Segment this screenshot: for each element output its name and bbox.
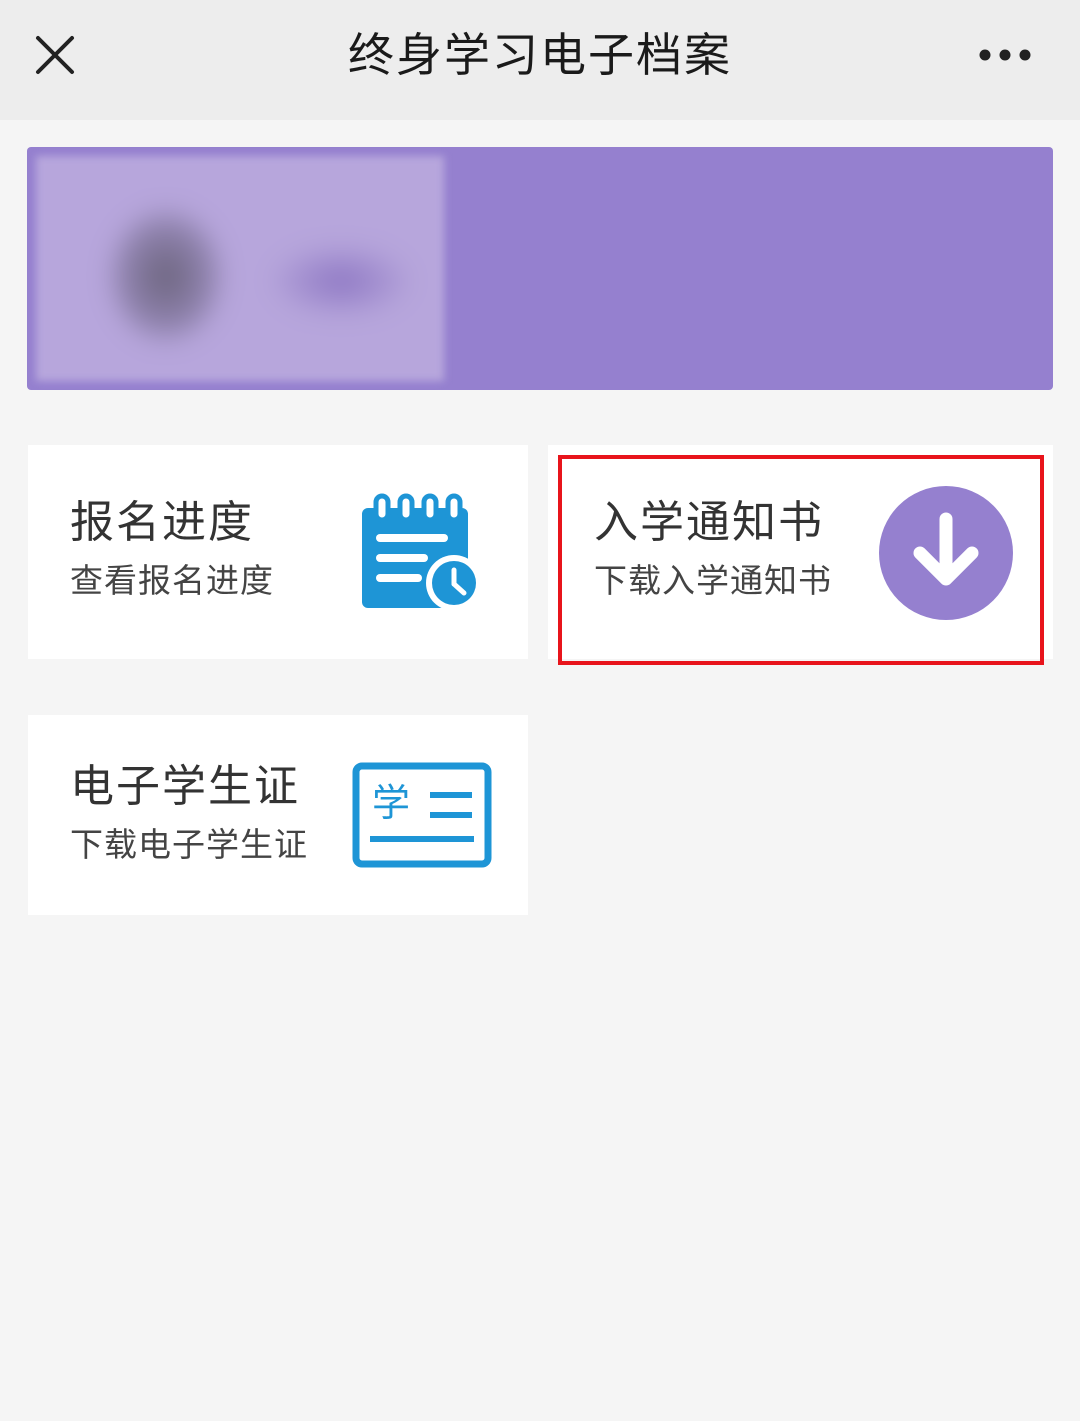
page-title: 终身学习电子档案 xyxy=(348,28,732,82)
download-arrow-icon xyxy=(878,485,1014,625)
card-title: 入学通知书 xyxy=(594,497,824,548)
card-title: 电子学生证 xyxy=(70,761,300,812)
svg-text:学: 学 xyxy=(372,781,410,825)
notepad-clock-icon xyxy=(358,492,484,616)
card-subtitle: 下载入学通知书 xyxy=(594,561,832,600)
card-title: 报名进度 xyxy=(70,497,254,548)
avatar xyxy=(106,206,226,346)
user-name-blurred xyxy=(266,241,416,321)
profile-banner xyxy=(27,147,1053,390)
more-icon[interactable] xyxy=(970,30,1040,80)
card-subtitle: 下载电子学生证 xyxy=(70,825,308,864)
card-subtitle: 查看报名进度 xyxy=(70,561,274,600)
close-icon[interactable] xyxy=(24,24,88,88)
profile-info-blurred xyxy=(36,156,444,381)
student-card-icon: 学 xyxy=(352,762,492,872)
nav-bar: 终身学习电子档案 xyxy=(0,0,1080,120)
